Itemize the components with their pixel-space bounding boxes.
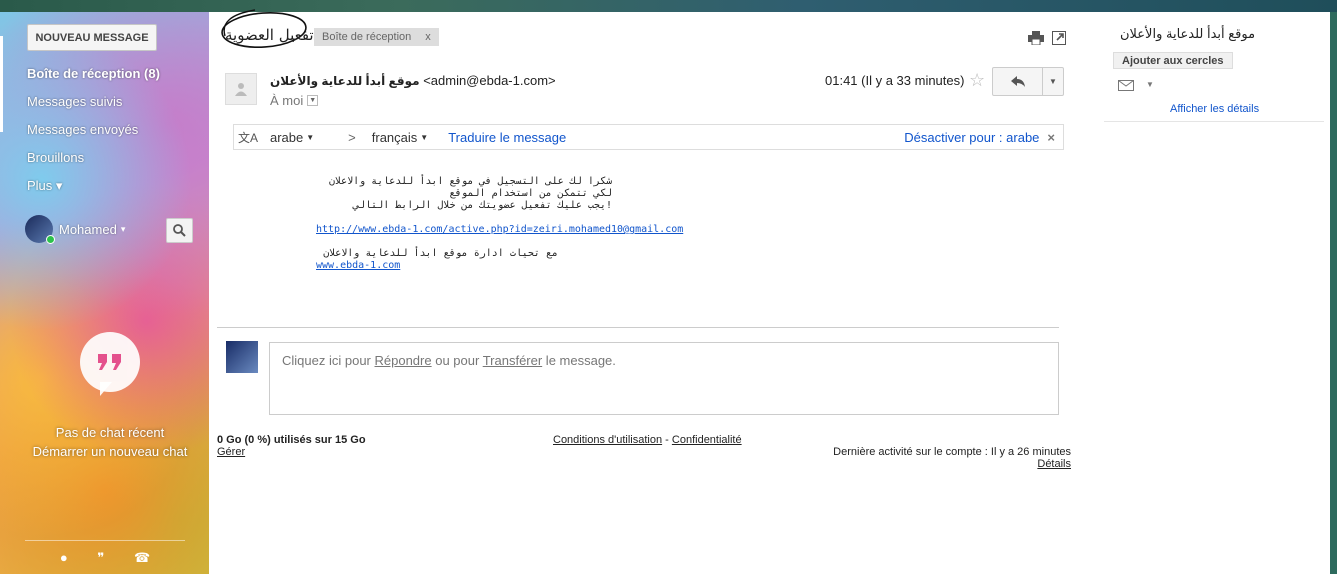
sidebar-bottom-bar: ● ❞ ☎: [25, 540, 185, 574]
mail-icon[interactable]: [1118, 80, 1134, 91]
sidebar-item-starred[interactable]: Messages suivis: [27, 94, 160, 122]
compose-button[interactable]: NOUVEAU MESSAGE: [27, 24, 157, 51]
terms-link[interactable]: Conditions d'utilisation: [553, 434, 662, 446]
sender-line: موقع أبدأ للدعاية والأعلان <admin@ebda-1…: [270, 73, 556, 88]
reply-prompt-text: ou pour: [431, 353, 483, 368]
target-language-select[interactable]: français: [372, 130, 418, 145]
sidebar-nav: Boîte de réception (8) Messages suivis M…: [27, 66, 160, 206]
translate-bar: 文A arabe ▼ > français ▼ Traduire le messag…: [233, 124, 1064, 150]
body-line: لكي تتمكن من استخدام الموقع: [449, 188, 612, 199]
contact-name: موقع أبدأ للدعاية والأعلان: [1120, 26, 1256, 41]
body-line: !يجب عليك تفعيل عضويتك من خلال الرابط ال…: [353, 200, 612, 211]
body-line: شكرا لك على التسجيل في موقع ابدأ للدعاية…: [329, 176, 612, 187]
person-placeholder-icon: [235, 83, 247, 96]
chevron-down-icon: ▼: [420, 132, 429, 142]
quote-icon: [98, 354, 121, 370]
sidebar-item-drafts[interactable]: Brouillons: [27, 150, 160, 178]
recipient-text: À moi: [270, 93, 304, 108]
add-to-circles-button[interactable]: Ajouter aux cercles: [1113, 52, 1233, 69]
avatar: [25, 215, 55, 244]
hangouts-small-icon[interactable]: ❞: [97, 550, 104, 566]
email-subject: تفعيل العضوية: [225, 26, 314, 44]
footer-separator: -: [662, 434, 672, 446]
reply-prompt-box[interactable]: Cliquez ici pour Répondre ou pour Transf…: [269, 342, 1059, 415]
forward-link[interactable]: Transférer: [483, 353, 542, 368]
chevron-down-icon: ▼: [306, 132, 315, 142]
show-details-caret-icon[interactable]: ▼: [307, 95, 319, 106]
remove-label-button[interactable]: x: [425, 31, 431, 43]
no-recent-chat-text: Pas de chat récent: [55, 425, 165, 440]
online-status-icon: [46, 235, 55, 244]
reply-arrow-icon: [1010, 76, 1025, 87]
reply-link[interactable]: Répondre: [375, 353, 432, 368]
sender-email: <admin@ebda-1.com>: [423, 73, 556, 88]
website-link[interactable]: www.ebda-1.com: [316, 260, 683, 272]
sender-name[interactable]: موقع أبدأ للدعاية والأعلان: [270, 74, 420, 88]
storage-usage: 0 Go (0 %) utilisés sur 15 Go: [217, 434, 366, 446]
contact-panel: موقع أبدأ للدعاية والأعلان Ajouter aux c…: [1104, 12, 1324, 122]
translate-message-link[interactable]: Traduire le message: [448, 130, 566, 145]
label-text: Boîte de réception: [322, 31, 412, 43]
chevron-down-icon[interactable]: ▾: [121, 224, 126, 235]
close-translate-bar-button[interactable]: ×: [1047, 130, 1055, 145]
message-pane: تفعيل العضوية Boîte de réception x موقع …: [209, 9, 1099, 574]
user-name: Mohamed: [59, 221, 117, 237]
sidebar-item-inbox[interactable]: Boîte de réception (8): [27, 66, 160, 94]
left-sidebar: NOUVEAU MESSAGE Boîte de réception (8) M…: [0, 12, 209, 574]
current-user-avatar: [226, 341, 258, 373]
phone-icon[interactable]: ☎: [134, 550, 150, 566]
sender-avatar[interactable]: [225, 73, 257, 105]
manage-storage-link[interactable]: Gérer: [217, 446, 366, 458]
chat-bubble-tail: [100, 382, 112, 396]
search-icon: [173, 224, 186, 237]
selected-indicator: [0, 36, 3, 132]
storage-info: 0 Go (0 %) utilisés sur 15 Go Gérer: [217, 434, 366, 458]
reply-prompt-text: Cliquez ici pour: [282, 353, 375, 368]
message-timestamp: 01:41 (Il y a 33 minutes): [825, 73, 965, 88]
chat-search-button[interactable]: [166, 218, 193, 243]
reply-button-group: ▼: [992, 67, 1064, 96]
footer-links: Conditions d'utilisation - Confidentiali…: [553, 434, 742, 446]
source-language-select[interactable]: arabe: [270, 130, 303, 145]
chevron-down-icon[interactable]: ▼: [1146, 80, 1154, 89]
inbox-label-chip[interactable]: Boîte de réception x: [314, 28, 439, 46]
translate-arrow: >: [348, 129, 356, 145]
privacy-link[interactable]: Confidentialité: [672, 434, 742, 446]
top-strip: [0, 0, 1337, 12]
show-details-link[interactable]: Afficher les détails: [1170, 103, 1259, 115]
disable-translation-link[interactable]: Désactiver pour : arabe: [904, 130, 1039, 145]
account-activity: Dernière activité sur le compte : Il y a…: [833, 446, 1071, 470]
reply-button[interactable]: [993, 68, 1043, 95]
right-edge-strip: [1330, 12, 1337, 574]
activation-link[interactable]: http://www.ebda-1.com/active.php?id=zeir…: [316, 224, 683, 236]
sidebar-item-sent[interactable]: Messages envoyés: [27, 122, 160, 150]
reply-prompt-text: le message.: [542, 353, 616, 368]
start-chat-link[interactable]: Démarrer un nouveau chat: [0, 444, 209, 459]
activity-details-link[interactable]: Détails: [833, 458, 1071, 470]
divider: [217, 327, 1059, 328]
star-icon[interactable]: ☆: [969, 70, 985, 91]
recipient-line: À moi ▼: [270, 93, 319, 108]
new-window-icon[interactable]: [1052, 31, 1066, 45]
message-body: شكرا لك على التسجيل في موقع ابدأ للدعاية…: [316, 176, 683, 272]
translate-icon: 文A: [238, 130, 259, 145]
person-icon[interactable]: ●: [60, 550, 68, 565]
sidebar-item-more[interactable]: Plus ▾: [27, 178, 160, 206]
last-activity-text: Dernière activité sur le compte : Il y a…: [833, 446, 1071, 458]
sign-off-line: مع تحيات ادارة موقع ابدأ للدعاية والاعلا…: [323, 248, 558, 259]
print-icon[interactable]: [1028, 31, 1044, 45]
more-actions-dropdown[interactable]: ▼: [1043, 68, 1063, 95]
